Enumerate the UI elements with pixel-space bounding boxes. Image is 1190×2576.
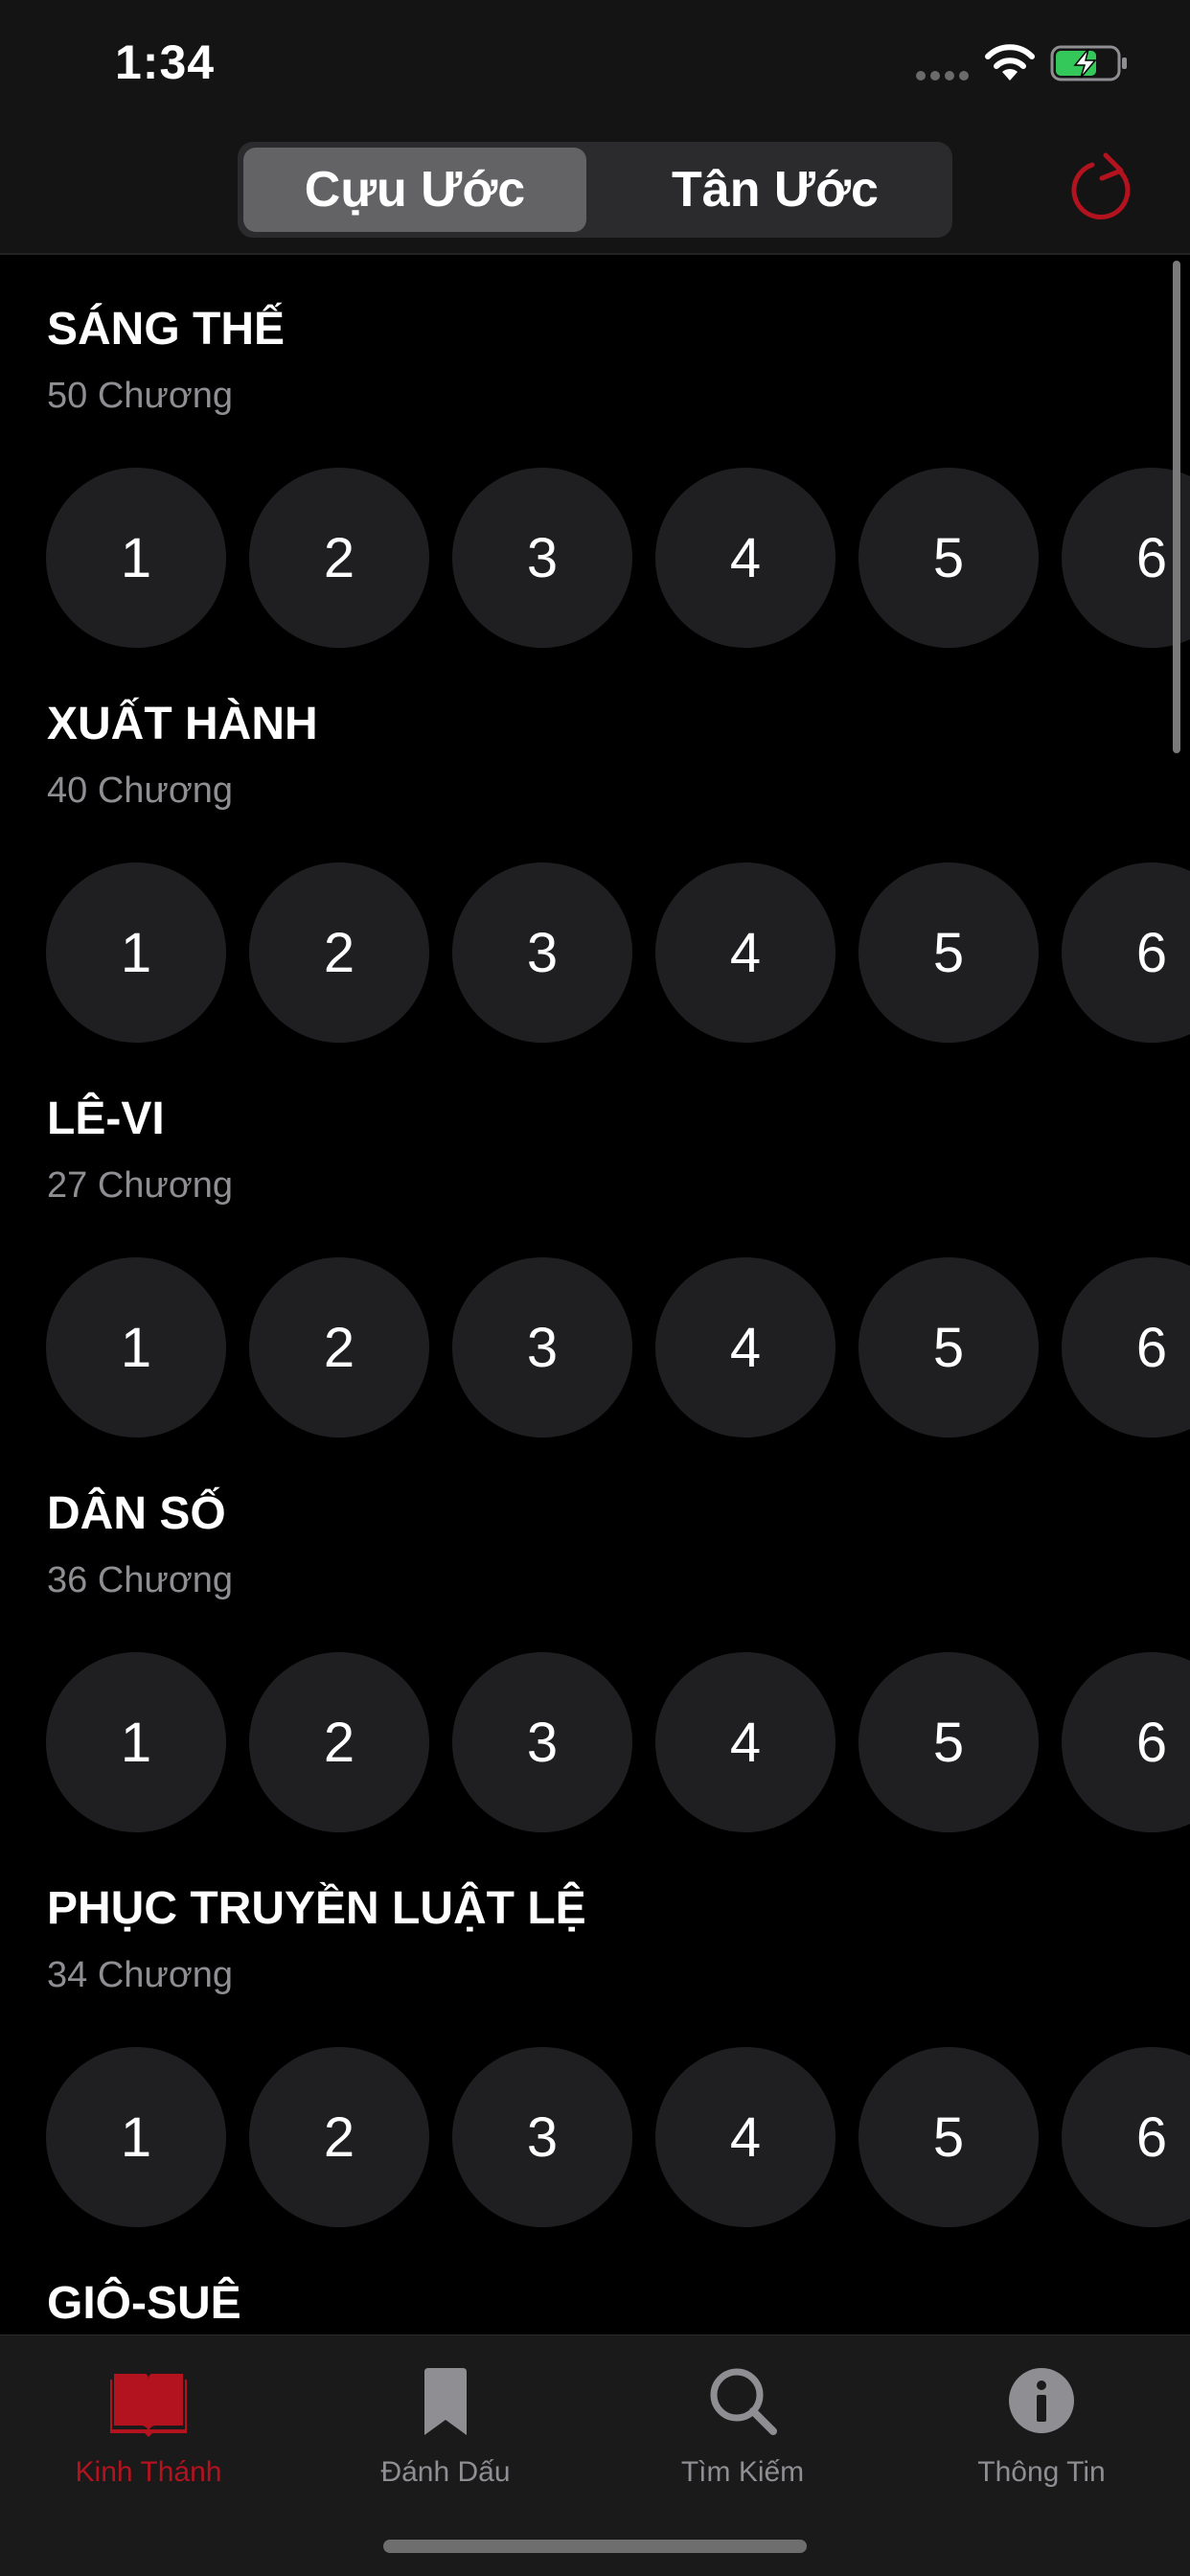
tab-kinh-thanh[interactable]: Kinh Thánh [0, 2353, 297, 2516]
segment-old-testament[interactable]: Cựu Ước [243, 148, 586, 232]
book-title[interactable]: GIÔ-SUÊ [47, 2277, 241, 2330]
chapter-button[interactable]: 2 [249, 1652, 429, 1832]
chapter-button[interactable]: 5 [858, 2047, 1039, 2227]
tab-thong-tin[interactable]: Thông Tin [893, 2353, 1190, 2516]
tab-label: Thông Tin [977, 2456, 1106, 2488]
tab-label: Đánh Dấu [380, 2456, 511, 2488]
chapter-count: 27 Chương [47, 1165, 234, 1206]
chapter-row[interactable]: 1 2 3 4 5 6 [0, 1652, 1190, 1834]
status-bar: 1:34 [0, 0, 1190, 128]
book-title[interactable]: LÊ-VI [47, 1092, 165, 1145]
chapter-button[interactable]: 1 [46, 1652, 226, 1832]
book-section: GIÔ-SUÊ [0, 2229, 1190, 2334]
wifi-icon [985, 44, 1035, 80]
chapter-button[interactable]: 3 [452, 862, 632, 1043]
chapter-button[interactable]: 1 [46, 468, 226, 648]
book-section: XUẤT HÀNH 40 Chương 1 2 3 4 5 6 [0, 650, 1190, 1045]
chapter-row[interactable]: 1 2 3 4 5 6 [0, 2047, 1190, 2229]
chapter-button[interactable]: 1 [46, 862, 226, 1043]
segment-new-testament[interactable]: Tân Ước [604, 148, 947, 232]
book-title[interactable]: PHỤC TRUYỀN LUẬT LỆ [47, 1882, 586, 1935]
signal-dots-icon [916, 71, 970, 80]
chapter-button[interactable]: 3 [452, 468, 632, 648]
book-icon [110, 2374, 187, 2437]
bookmark-icon [424, 2368, 467, 2435]
chapter-button[interactable]: 6 [1062, 468, 1190, 648]
book-title[interactable]: SÁNG THẾ [47, 303, 285, 356]
chapter-row[interactable]: 1 2 3 4 5 6 [0, 1257, 1190, 1439]
chapter-button[interactable]: 3 [452, 2047, 632, 2227]
book-section: PHỤC TRUYỀN LUẬT LỆ 34 Chương 1 2 3 4 5 … [0, 1834, 1190, 2229]
book-list[interactable]: SÁNG THẾ 50 Chương 1 2 3 4 5 6 XUẤT HÀNH… [0, 255, 1190, 2334]
chapter-button[interactable]: 1 [46, 2047, 226, 2227]
tab-danh-dau[interactable]: Đánh Dấu [297, 2353, 594, 2516]
book-section: LÊ-VI 27 Chương 1 2 3 4 5 6 [0, 1045, 1190, 1439]
tab-tim-kiem[interactable]: Tìm Kiếm [594, 2353, 891, 2516]
search-icon [710, 2368, 777, 2435]
nav-header: Cựu Ước Tân Ước [0, 128, 1190, 255]
book-title[interactable]: XUẤT HÀNH [47, 698, 318, 750]
book-section: SÁNG THẾ 50 Chương 1 2 3 4 5 6 [0, 255, 1190, 650]
chapter-button[interactable]: 3 [452, 1652, 632, 1832]
book-title[interactable]: DÂN SỐ [47, 1487, 226, 1540]
chapter-button[interactable]: 4 [655, 1257, 835, 1438]
chapter-count: 50 Chương [47, 376, 234, 416]
chapter-button[interactable]: 5 [858, 862, 1039, 1043]
chapter-button[interactable]: 4 [655, 1652, 835, 1832]
chapter-button[interactable]: 4 [655, 862, 835, 1043]
chapter-button[interactable]: 6 [1062, 1257, 1190, 1438]
chapter-button[interactable]: 5 [858, 468, 1039, 648]
book-section: DÂN SỐ 36 Chương 1 2 3 4 5 6 [0, 1439, 1190, 1834]
screen: 1:34 Cựu Ước Tân Ước SÁNG THẾ 50 Chương … [0, 0, 1190, 2576]
testament-segmented-control: Cựu Ước Tân Ước [238, 142, 952, 238]
chapter-count: 36 Chương [47, 1560, 234, 1600]
status-time: 1:34 [115, 35, 216, 89]
chapter-button[interactable]: 2 [249, 2047, 429, 2227]
chapter-button[interactable]: 2 [249, 468, 429, 648]
chapter-row[interactable]: 1 2 3 4 5 6 [0, 468, 1190, 650]
scroll-indicator[interactable] [1173, 261, 1180, 753]
chapter-button[interactable]: 6 [1062, 1652, 1190, 1832]
chapter-count: 34 Chương [47, 1955, 234, 1995]
chapter-button[interactable]: 2 [249, 862, 429, 1043]
tab-label: Kinh Thánh [75, 2456, 222, 2488]
chapter-button[interactable]: 4 [655, 468, 835, 648]
chapter-button[interactable]: 1 [46, 1257, 226, 1438]
chapter-button[interactable]: 2 [249, 1257, 429, 1438]
refresh-icon[interactable] [1064, 151, 1140, 228]
chapter-button[interactable]: 6 [1062, 2047, 1190, 2227]
chapter-row[interactable]: 1 2 3 4 5 6 [0, 862, 1190, 1045]
info-icon [1009, 2368, 1074, 2433]
battery-charging-icon [1050, 45, 1127, 81]
home-indicator [383, 2540, 807, 2553]
tab-label: Tìm Kiếm [680, 2456, 805, 2488]
chapter-button[interactable]: 6 [1062, 862, 1190, 1043]
chapter-count: 40 Chương [47, 770, 234, 811]
chapter-button[interactable]: 5 [858, 1652, 1039, 1832]
chapter-button[interactable]: 3 [452, 1257, 632, 1438]
chapter-button[interactable]: 5 [858, 1257, 1039, 1438]
chapter-button[interactable]: 4 [655, 2047, 835, 2227]
